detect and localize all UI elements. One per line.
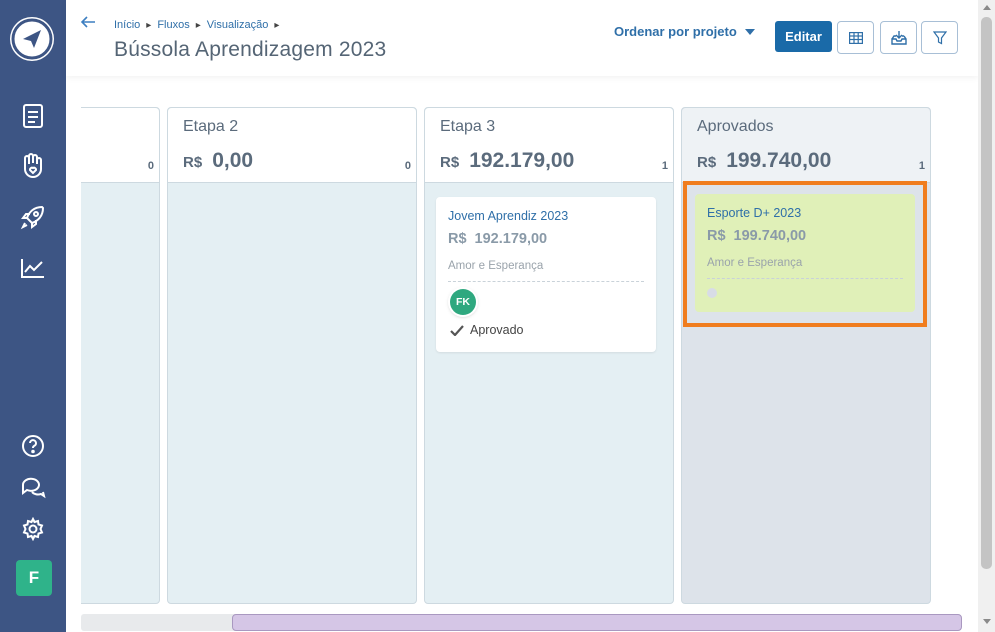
- card-status-label: Aprovado: [470, 323, 524, 337]
- column-count: 0: [147, 160, 154, 172]
- chat-icon[interactable]: [17, 471, 49, 503]
- filter-button[interactable]: [921, 21, 958, 54]
- sidebar: F: [0, 0, 66, 632]
- sort-dropdown[interactable]: Ordenar por projeto: [614, 24, 755, 39]
- column-count: 0: [404, 160, 411, 172]
- check-icon: [450, 324, 464, 336]
- column-title: Etapa 3: [440, 118, 496, 135]
- rocket-icon[interactable]: [17, 201, 49, 233]
- caret-down-icon: [744, 28, 755, 35]
- back-arrow-icon[interactable]: [80, 15, 96, 32]
- help-icon[interactable]: [17, 430, 49, 462]
- page-header: Início ▸ Fluxos ▸ Visualização ▸ Bússola…: [66, 0, 978, 76]
- assignee-avatar[interactable]: FK: [450, 289, 476, 315]
- column-total-value: 192.179,00: [469, 149, 575, 172]
- gear-icon[interactable]: [17, 513, 49, 545]
- filter-icon: [932, 30, 947, 44]
- card-amount-value: 192.179,00: [474, 231, 548, 247]
- table-view-button[interactable]: [837, 21, 874, 54]
- app-logo[interactable]: [10, 17, 54, 61]
- scroll-down-icon[interactable]: [983, 619, 991, 624]
- currency-label: R$: [440, 154, 460, 171]
- column-total-value: 0,00: [212, 149, 254, 172]
- chart-line-icon[interactable]: [17, 252, 49, 284]
- export-button[interactable]: [880, 21, 917, 54]
- project-card[interactable]: Jovem Aprendiz 2023 R$ 192.179,00 Amor e…: [436, 197, 656, 352]
- download-icon: [890, 31, 907, 45]
- horizontal-scrollbar-thumb[interactable]: [232, 614, 962, 631]
- breadcrumb: Início ▸ Fluxos ▸ Visualização ▸: [114, 19, 279, 31]
- card-divider: [448, 281, 644, 282]
- breadcrumb-inicio[interactable]: Início: [114, 19, 140, 31]
- card-amount: R$ 192.179,00: [448, 231, 547, 247]
- kanban-column: Etapa 2 R$ 0,00 0: [167, 107, 417, 604]
- column-total: R$ 0,00: [183, 149, 253, 173]
- column-count: 1: [918, 160, 925, 172]
- column-total: R$ 199.740,00: [697, 149, 831, 173]
- column-header: Etapa 2 R$ 0,00 0: [168, 108, 416, 183]
- hand-heart-icon[interactable]: [17, 150, 49, 182]
- scroll-up-icon[interactable]: [983, 5, 991, 10]
- column-count: 1: [661, 160, 668, 172]
- card-title[interactable]: Jovem Aprendiz 2023: [448, 209, 568, 223]
- currency-label: R$: [448, 231, 467, 247]
- edit-button[interactable]: Editar: [775, 21, 832, 52]
- column-title: Aprovados: [697, 118, 774, 135]
- sort-label: Ordenar por projeto: [614, 24, 737, 39]
- column-title: Etapa 2: [183, 118, 239, 135]
- kanban-column: 0: [81, 107, 160, 604]
- column-header: Aprovados R$ 199.740,00 1: [682, 108, 930, 183]
- column-total-value: 199.740,00: [726, 149, 832, 172]
- column-total: R$ 192.179,00: [440, 149, 574, 173]
- card-status: Aprovado: [450, 323, 524, 337]
- chevron-right-icon: ▸: [146, 19, 152, 31]
- table-icon: [848, 31, 863, 44]
- column-header: 0: [81, 108, 159, 183]
- currency-label: R$: [697, 154, 717, 171]
- kanban-column: Etapa 3 R$ 192.179,00 1 Jovem Aprendiz 2…: [424, 107, 674, 604]
- currency-label: R$: [183, 154, 203, 171]
- breadcrumb-visualizacao[interactable]: Visualização: [207, 19, 269, 31]
- chevron-right-icon: ▸: [195, 19, 201, 31]
- document-icon[interactable]: [17, 100, 49, 132]
- breadcrumb-fluxos[interactable]: Fluxos: [157, 19, 189, 31]
- column-header: Etapa 3 R$ 192.179,00 1: [425, 108, 673, 183]
- card-organization: Amor e Esperança: [448, 260, 544, 272]
- page-title: Bússola Aprendizagem 2023: [114, 38, 387, 61]
- highlight-frame: [683, 181, 927, 327]
- vertical-scrollbar-thumb[interactable]: [981, 17, 992, 569]
- chevron-right-icon: ▸: [274, 19, 280, 31]
- user-avatar[interactable]: F: [16, 560, 52, 596]
